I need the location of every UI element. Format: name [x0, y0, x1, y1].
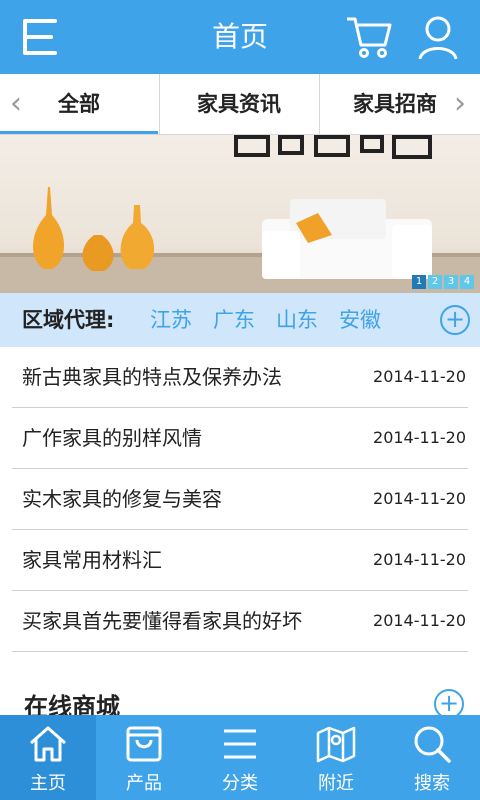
tabs-right-arrow-icon[interactable]: ›: [454, 74, 466, 134]
region-label: 区域代理:: [22, 308, 115, 332]
map-icon: [316, 726, 356, 763]
region-anhui[interactable]: 安徽: [339, 293, 381, 347]
carousel-dot[interactable]: 3: [444, 275, 458, 289]
news-title: 广作家具的别样风情: [22, 426, 202, 450]
top-bar: 首页: [0, 0, 480, 74]
nav-products[interactable]: 产品: [96, 715, 192, 800]
shopping-bag-icon: [126, 726, 162, 762]
region-jiangsu[interactable]: 江苏: [150, 293, 192, 347]
nav-nearby-label: 附近: [318, 773, 354, 794]
list-item[interactable]: 实木家具的修复与美容 2014-11-20: [12, 469, 468, 530]
home-icon: [30, 726, 66, 762]
nav-search[interactable]: 搜索: [384, 715, 480, 800]
user-button[interactable]: [413, 12, 463, 62]
news-title: 实木家具的修复与美容: [22, 487, 222, 511]
online-mall-section: 在线商城 +: [0, 675, 480, 721]
search-icon: [414, 726, 451, 763]
nav-search-label: 搜索: [414, 773, 450, 794]
banner-image: [0, 135, 480, 293]
list-icon: [224, 729, 256, 759]
nav-categories[interactable]: 分类: [192, 715, 288, 800]
nav-home[interactable]: 主页: [0, 715, 96, 800]
news-title: 家具常用材料汇: [22, 548, 162, 572]
nav-home-label: 主页: [30, 773, 66, 794]
carousel-dot[interactable]: 2: [428, 275, 442, 289]
list-item[interactable]: 广作家具的别样风情 2014-11-20: [12, 408, 468, 469]
carousel-dot[interactable]: 4: [460, 275, 474, 289]
list-item[interactable]: 家具常用材料汇 2014-11-20: [12, 530, 468, 591]
category-tabs: ‹ 全部 家具资讯 家具招商 ›: [0, 74, 480, 135]
region-agency-bar: 区域代理: 江苏 广东 山东 安徽 +: [0, 293, 480, 347]
banner-carousel[interactable]: 1 2 3 4: [0, 135, 480, 293]
news-list: 新古典家具的特点及保养办法 2014-11-20 广作家具的别样风情 2014-…: [0, 347, 480, 652]
page-title: 首页: [211, 20, 268, 53]
carousel-indicators: 1 2 3 4: [412, 275, 474, 289]
news-title: 新古典家具的特点及保养办法: [22, 365, 282, 389]
cart-button[interactable]: [344, 12, 394, 62]
tab-divider: [319, 74, 320, 134]
list-item[interactable]: 新古典家具的特点及保养办法 2014-11-20: [12, 347, 468, 408]
news-title: 买家具首先要懂得看家具的好坏: [22, 609, 302, 633]
nav-nearby[interactable]: 附近: [288, 715, 384, 800]
news-date: 2014-11-20: [373, 611, 466, 630]
nav-categories-label: 分类: [222, 773, 258, 794]
region-more-plus-icon[interactable]: +: [440, 305, 470, 335]
bottom-nav: 主页 产品 分类 附近 搜索: [0, 715, 480, 800]
region-guangdong[interactable]: 广东: [213, 293, 255, 347]
tab-all[interactable]: 全部: [0, 74, 158, 134]
nav-products-label: 产品: [126, 773, 162, 794]
news-date: 2014-11-20: [373, 428, 466, 447]
carousel-dot[interactable]: 1: [412, 275, 426, 289]
tab-furniture-investment[interactable]: 家具招商: [330, 74, 460, 134]
tab-furniture-news[interactable]: 家具资讯: [160, 74, 318, 134]
news-date: 2014-11-20: [373, 550, 466, 569]
region-shandong[interactable]: 山东: [276, 293, 318, 347]
news-date: 2014-11-20: [373, 367, 466, 386]
user-icon: [418, 16, 458, 60]
news-date: 2014-11-20: [373, 489, 466, 508]
cart-icon: [347, 17, 392, 58]
list-item[interactable]: 买家具首先要懂得看家具的好坏 2014-11-20: [12, 591, 468, 652]
